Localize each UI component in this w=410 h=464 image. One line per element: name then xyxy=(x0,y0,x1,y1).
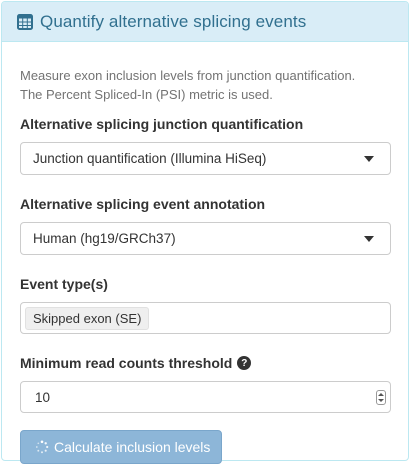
threshold-label: Minimum read counts threshold xyxy=(20,355,233,371)
junction-select-value: Junction quantification (Illumina HiSeq) xyxy=(33,151,267,166)
caret-down-icon xyxy=(364,236,374,242)
spinner-icon xyxy=(35,440,49,454)
threshold-input[interactable]: 10 xyxy=(20,381,391,413)
table-icon xyxy=(17,13,33,30)
annotation-label: Alternative splicing event annotation xyxy=(20,196,266,212)
panel-body: Measure exon inclusion levels from junct… xyxy=(2,42,408,464)
event-type-label: Event type(s) xyxy=(20,276,108,292)
threshold-value: 10 xyxy=(35,389,51,405)
junction-select[interactable]: Junction quantification (Illumina HiSeq) xyxy=(20,142,391,175)
spinner-up-icon[interactable] xyxy=(378,392,384,396)
junction-label: Alternative splicing junction quantifica… xyxy=(20,116,304,132)
calculate-button-label: Calculate inclusion levels xyxy=(54,439,211,455)
event-type-chip[interactable]: Skipped exon (SE) xyxy=(25,306,150,330)
quantify-panel: Quantify alternative splicing events Mea… xyxy=(1,1,409,464)
help-text: Measure exon inclusion levels from junct… xyxy=(20,66,390,104)
annotation-select-value: Human (hg19/GRCh37) xyxy=(33,231,176,246)
spinner-down-icon[interactable] xyxy=(378,399,384,403)
panel-title: Quantify alternative splicing events xyxy=(40,11,307,31)
calculate-button[interactable]: Calculate inclusion levels xyxy=(20,430,222,464)
number-spinner[interactable] xyxy=(376,390,386,405)
event-type-input[interactable]: Skipped exon (SE) xyxy=(20,302,391,334)
panel-heading: Quantify alternative splicing events xyxy=(2,2,408,42)
help-line-2: The Percent Spliced-In (PSI) metric is u… xyxy=(20,87,273,102)
caret-down-icon xyxy=(364,156,374,162)
annotation-select[interactable]: Human (hg19/GRCh37) xyxy=(20,222,391,255)
help-line-1: Measure exon inclusion levels from junct… xyxy=(20,68,356,83)
question-circle-icon[interactable]: ? xyxy=(237,356,252,370)
threshold-label-row: Minimum read counts threshold ? xyxy=(20,355,390,371)
